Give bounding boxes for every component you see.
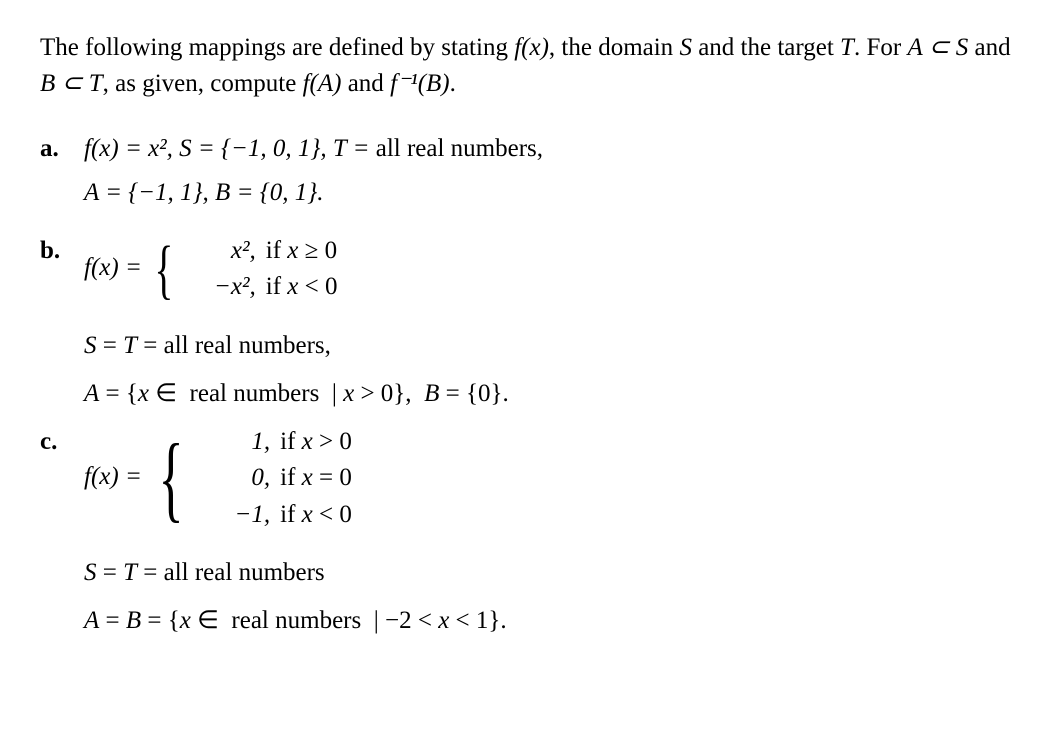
problem-a-line2: A = {−1, 1}, B = {0, 1}. bbox=[84, 175, 1014, 211]
b-r1-cond: if x ≥ 0 bbox=[266, 233, 337, 269]
intro-seg: and the target bbox=[692, 34, 840, 61]
c-r3-val: −1, bbox=[235, 501, 271, 528]
problem-a: a. f(x) = x², S = {−1, 0, 1}, T = all re… bbox=[40, 131, 1014, 220]
c-r1-val: 1, bbox=[251, 428, 270, 455]
problem-b-line3: A = {x ∈ real numbers | x > 0}, B = {0}. bbox=[40, 376, 1014, 412]
intro-text: The following mappings are defined by st… bbox=[40, 30, 1014, 103]
problem-a-label: a. bbox=[40, 131, 84, 167]
problem-b-label: b. bbox=[40, 233, 84, 269]
intro-T: T bbox=[840, 34, 854, 61]
problem-b-piecewise: f(x) = { x², if x ≥ 0 −x², if x < 0 bbox=[84, 233, 1014, 306]
a-line2-math: A = {−1, 1}, B = {0, 1}. bbox=[84, 179, 323, 206]
intro-seg: and bbox=[341, 70, 390, 97]
intro-seg: The following mappings are defined by st… bbox=[40, 34, 514, 61]
problem-c-piecewise: f(x) = { 1, if x > 0 0, if x = 0 −1, if … bbox=[84, 424, 1014, 533]
intro-S: S bbox=[679, 34, 692, 61]
problem-c-line2: S = T = all real numbers bbox=[40, 555, 1014, 591]
c-r1-cond: if x > 0 bbox=[280, 424, 352, 460]
problem-c-line3: A = B = {x ∈ real numbers | −2 < x < 1}. bbox=[40, 603, 1014, 639]
c-r2-cond: if x = 0 bbox=[280, 460, 352, 496]
intro-seg: and bbox=[968, 34, 1010, 61]
c-r3-cond: if x < 0 bbox=[280, 497, 352, 533]
intro-fA: f(A) bbox=[303, 70, 342, 97]
intro-finvB: f⁻¹(B) bbox=[390, 70, 450, 97]
problem-a-line1: f(x) = x², S = {−1, 0, 1}, T = all real … bbox=[84, 131, 1014, 167]
piecewise-b: { x², if x ≥ 0 −x², if x < 0 bbox=[148, 233, 337, 306]
intro-Bsub: B ⊂ T bbox=[40, 70, 103, 97]
piecewise-c: { 1, if x > 0 0, if x = 0 −1, if x < 0 bbox=[148, 424, 352, 533]
problem-c: c. f(x) = { 1, if x > 0 0, if x = 0 −1, bbox=[40, 424, 1014, 541]
intro-fx: f(x) bbox=[514, 34, 549, 61]
problem-b: b. f(x) = { x², if x ≥ 0 −x², if x < 0 bbox=[40, 233, 1014, 314]
a-line1-text: all real numbers, bbox=[376, 135, 543, 162]
intro-seg: , as given, compute bbox=[103, 70, 303, 97]
b-r2-cond: if x < 0 bbox=[266, 269, 338, 305]
brace-icon: { bbox=[158, 435, 183, 521]
b-lhs: f(x) = bbox=[84, 254, 148, 281]
problem-c-label: c. bbox=[40, 424, 84, 460]
b-r1-val: x², bbox=[231, 237, 256, 264]
intro-seg: . bbox=[450, 70, 456, 97]
problem-b-line2: S = T = all real numbers, bbox=[40, 328, 1014, 364]
intro-seg: . For bbox=[854, 34, 907, 61]
c-r2-val: 0, bbox=[251, 464, 270, 491]
b-r2-val: −x², bbox=[214, 273, 256, 300]
intro-seg: , the domain bbox=[549, 34, 680, 61]
brace-icon: { bbox=[154, 240, 173, 299]
intro-Asub: A ⊂ S bbox=[907, 34, 968, 61]
a-line1-math: f(x) = x², S = {−1, 0, 1}, T = bbox=[84, 135, 376, 162]
c-lhs: f(x) = bbox=[84, 463, 148, 490]
